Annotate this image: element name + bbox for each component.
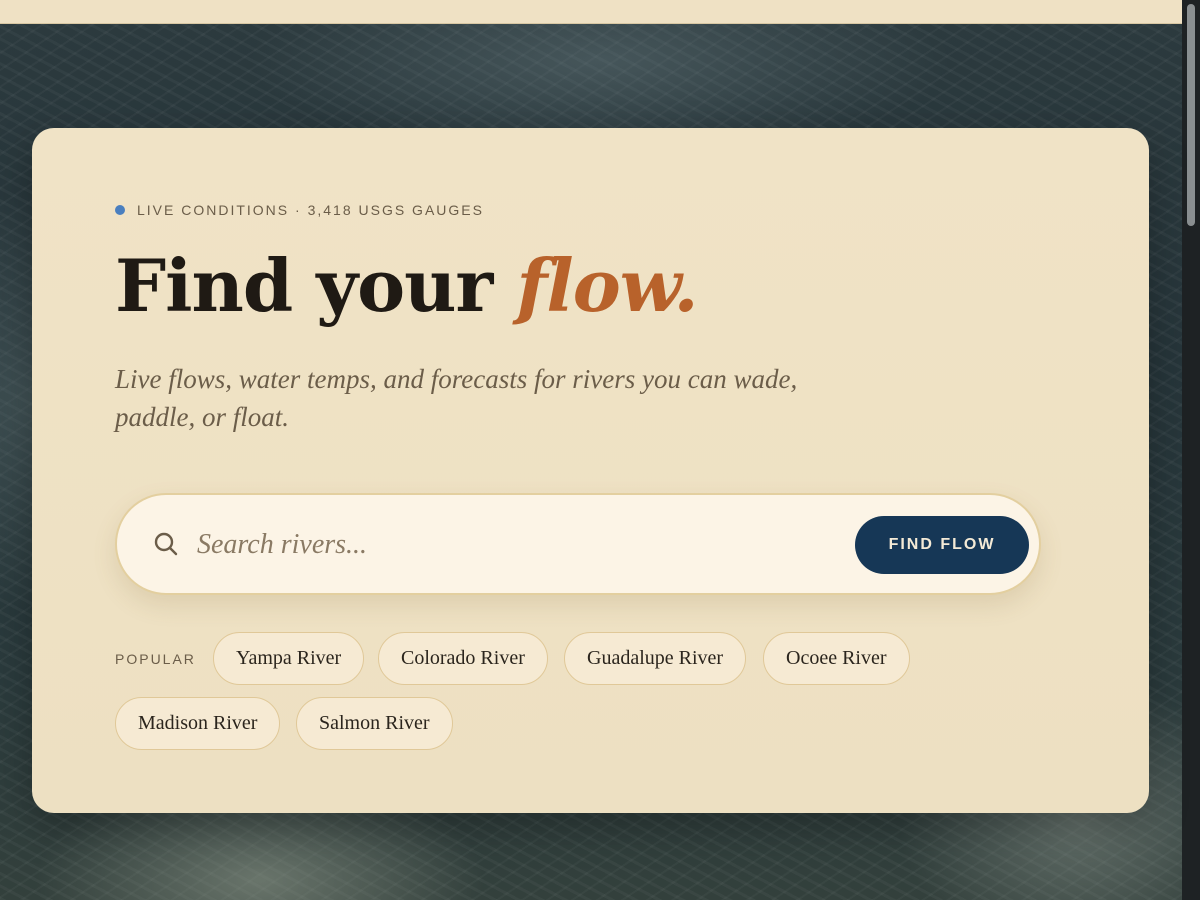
eyebrow-text: LIVE CONDITIONS · 3,418 USGS GAUGES: [137, 202, 484, 218]
headline-main: Find your: [115, 243, 517, 328]
river-chip[interactable]: Guadalupe River: [564, 632, 747, 685]
river-chip[interactable]: Colorado River: [378, 632, 548, 685]
hero-card: LIVE CONDITIONS · 3,418 USGS GAUGES Find…: [32, 128, 1149, 813]
river-chip[interactable]: Salmon River: [296, 697, 453, 750]
hero-subtitle: Live flows, water temps, and forecasts f…: [115, 364, 798, 432]
river-chip[interactable]: Ocoee River: [763, 632, 910, 685]
live-conditions-eyebrow: LIVE CONDITIONS · 3,418 USGS GAUGES: [115, 202, 484, 218]
search-icon: [154, 532, 178, 556]
scrollbar-thumb[interactable]: [1187, 4, 1195, 226]
search-bar: FIND FLOW: [115, 493, 1041, 595]
river-chip[interactable]: Yampa River: [213, 632, 365, 685]
river-chip[interactable]: Madison River: [115, 697, 281, 750]
scrollbar[interactable]: [1182, 0, 1200, 900]
headline-accent: flow.: [516, 243, 698, 328]
popular-label: POPULAR: [115, 651, 196, 667]
top-nav-bar: [0, 0, 1182, 24]
find-flow-button[interactable]: FIND FLOW: [855, 516, 1029, 574]
search-input[interactable]: [197, 519, 837, 571]
live-indicator-icon: [115, 205, 125, 215]
page-title: Find your flow.: [115, 243, 699, 328]
